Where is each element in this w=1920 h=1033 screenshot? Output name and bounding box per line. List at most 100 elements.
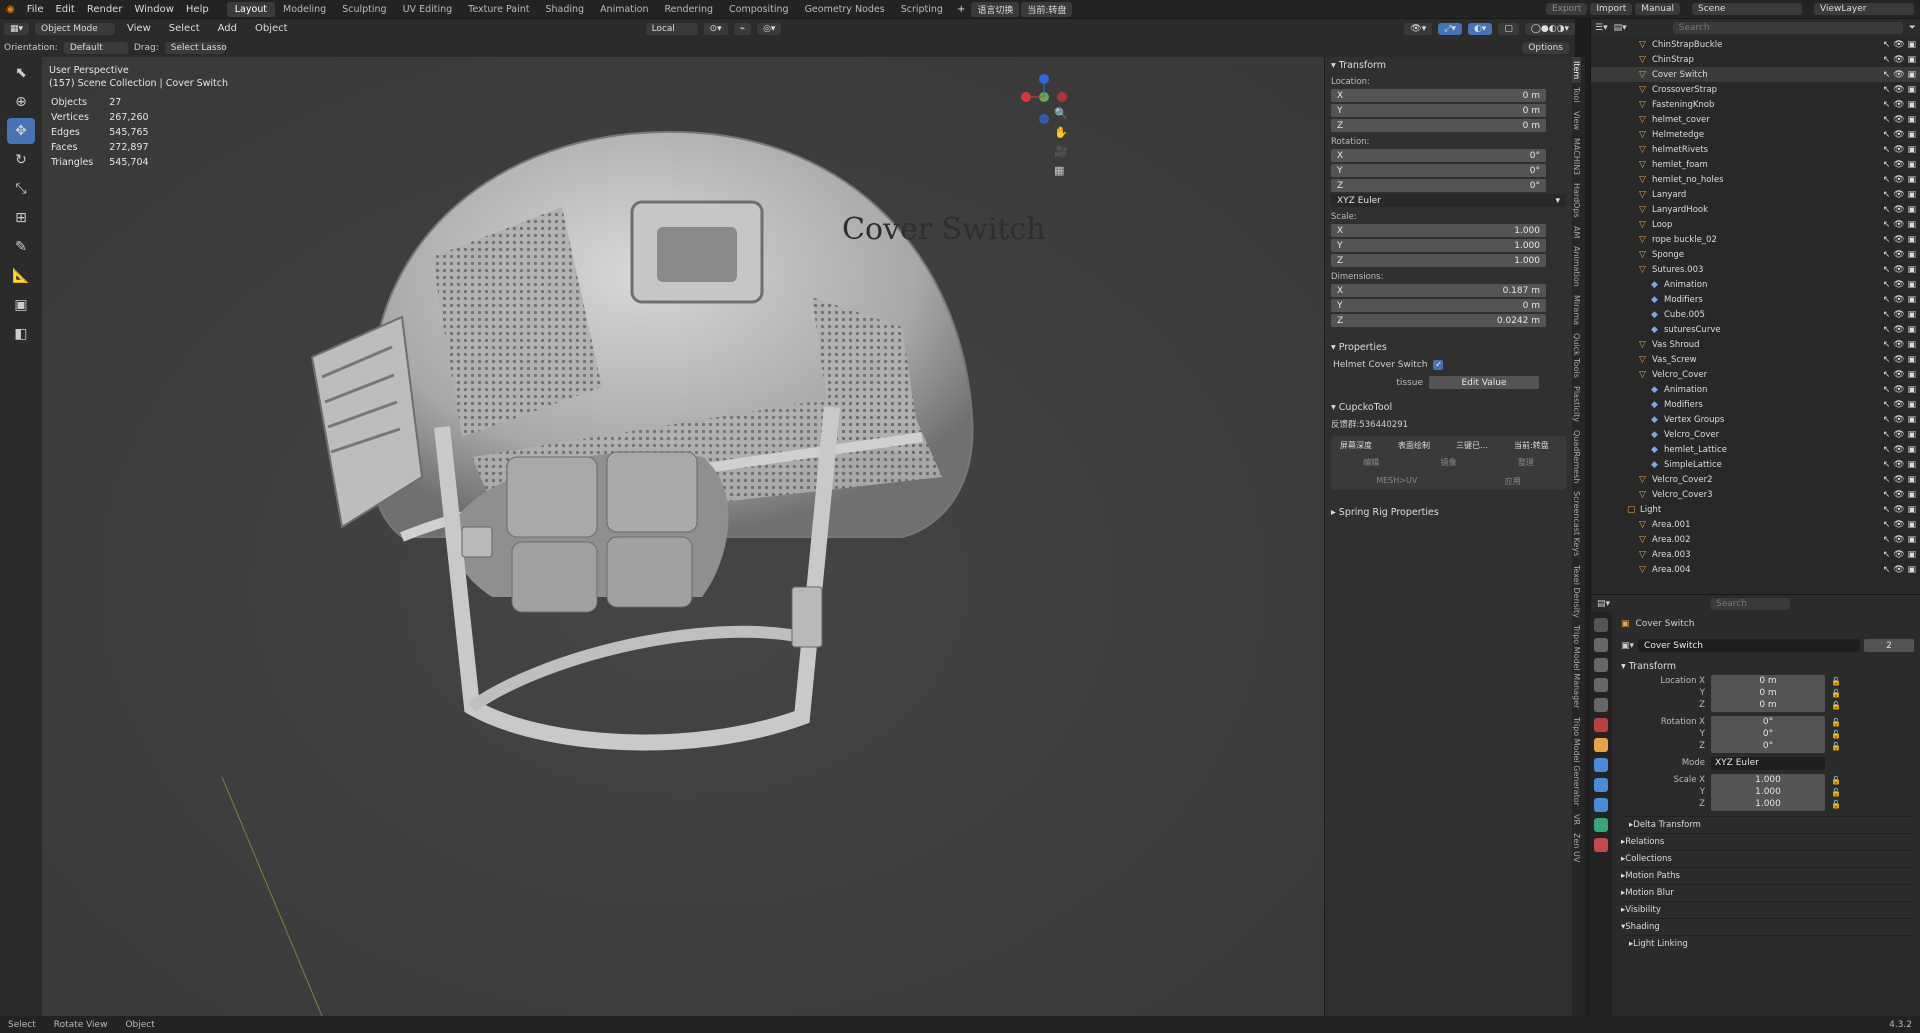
rotation-z-field[interactable]: Z 0° [1331, 179, 1546, 192]
scene-tab-icon[interactable] [1594, 698, 1608, 712]
location-z-field[interactable]: 0 m [1711, 698, 1825, 712]
lock-icon[interactable]: 🔓 [1831, 788, 1841, 797]
outliner-item[interactable]: ▽ Vas Shroud ↖ 👁 ▣ [1591, 337, 1920, 352]
outliner-search-input[interactable]: Search [1672, 22, 1903, 34]
users-count[interactable]: 2 [1864, 639, 1914, 652]
menu-window[interactable]: Window [128, 4, 179, 15]
tool-tab-icon[interactable] [1594, 618, 1608, 632]
language-switch-button[interactable]: 语言切换 [971, 1, 1020, 17]
sidebar-tab[interactable]: QuadRemesh [1572, 426, 1581, 487]
visibility-toggles[interactable]: ↖ 👁 ▣ [1883, 505, 1916, 515]
props-section-header[interactable]: ▸ Visibility [1621, 901, 1914, 918]
xray-icon[interactable]: ▢ [1498, 22, 1519, 35]
tidy-button[interactable]: 整理 [1518, 457, 1534, 468]
drag-dropdown[interactable]: Select Lasso [164, 41, 227, 54]
shading-modes-icon[interactable]: ◯●◐◑▾ [1524, 22, 1575, 35]
particles-tab-icon[interactable] [1594, 778, 1608, 792]
export-button[interactable]: Export [1545, 3, 1588, 15]
cursor-tool-icon[interactable]: ⊕ [7, 89, 35, 115]
tab-compositing[interactable]: Compositing [721, 2, 797, 17]
tab-layout[interactable]: Layout [226, 1, 275, 17]
tab-geometry-nodes[interactable]: Geometry Nodes [797, 2, 893, 17]
import-button[interactable]: Import [1590, 3, 1633, 15]
outliner-item[interactable]: ◆ Modifiers ↖ 👁 ▣ [1591, 292, 1920, 307]
visibility-toggles[interactable]: ↖ 👁 ▣ [1883, 55, 1916, 65]
snap-icon[interactable]: ⌁ [733, 22, 752, 35]
visibility-toggles[interactable]: ↖ 👁 ▣ [1883, 160, 1916, 170]
visibility-toggles[interactable]: ↖ 👁 ▣ [1883, 190, 1916, 200]
visibility-toggles[interactable]: ↖ 👁 ▣ [1883, 295, 1916, 305]
lock-icon[interactable]: 🔓 [1831, 677, 1841, 686]
props-section-header[interactable]: ▸ Relations [1621, 833, 1914, 850]
gizmo-icon[interactable]: ⤢▾ [1438, 22, 1462, 35]
rotation-mode-dropdown[interactable]: XYZ Euler ▾ [1331, 194, 1566, 207]
outliner-item[interactable]: ▽ Loop ↖ 👁 ▣ [1591, 217, 1920, 232]
outliner-item[interactable]: ▢ Light ↖ 👁 ▣ [1591, 502, 1920, 517]
location-z-field[interactable]: Z0 m [1331, 119, 1546, 132]
visibility-toggles[interactable]: ↖ 👁 ▣ [1883, 130, 1916, 140]
outliner-editor-icon[interactable]: ☰▾ [1595, 23, 1608, 33]
visibility-toggles[interactable]: ↖ 👁 ▣ [1883, 280, 1916, 290]
sidebar-tab[interactable]: VR [1572, 810, 1581, 829]
sidebar-tab[interactable]: Plasticity [1572, 382, 1581, 426]
camera-icon[interactable]: 🎥 [1054, 145, 1068, 158]
render-tab-icon[interactable] [1594, 638, 1608, 652]
menu-help[interactable]: Help [180, 4, 215, 15]
annotate-tool-icon[interactable]: ✎ [7, 234, 35, 260]
lock-icon[interactable]: 🔓 [1831, 800, 1841, 809]
proportional-edit-icon[interactable]: ◎▾ [757, 22, 782, 35]
outliner-item[interactable]: ▽ helmet_cover ↖ 👁 ▣ [1591, 112, 1920, 127]
physics-tab-icon[interactable] [1594, 798, 1608, 812]
props-section-header[interactable]: ▸ Light Linking [1621, 935, 1914, 952]
outliner-item[interactable]: ▽ ChinStrap ↖ 👁 ▣ [1591, 52, 1920, 67]
outliner-item[interactable]: ▽ Velcro_Cover3 ↖ 👁 ▣ [1591, 487, 1920, 502]
filter-icon[interactable]: ⏷ [1909, 23, 1916, 33]
outliner-item[interactable]: ▽ CrossoverStrap ↖ 👁 ▣ [1591, 82, 1920, 97]
transform-panel-header[interactable]: ▾ Transform [1325, 57, 1572, 74]
lock-icon[interactable]: 🔓 [1831, 689, 1841, 698]
visibility-toggles[interactable]: ↖ 👁 ▣ [1883, 310, 1916, 320]
visibility-toggles[interactable]: ↖ 👁 ▣ [1883, 430, 1916, 440]
location-y-field[interactable]: 0 m [1711, 686, 1825, 700]
helmet-cover-switch-checkbox[interactable]: ✓ [1433, 360, 1444, 370]
scale-tool-icon[interactable]: ⤡ [7, 176, 35, 202]
add-workspace-icon[interactable]: + [951, 4, 971, 15]
outliner-item[interactable]: ▽ hemlet_foam ↖ 👁 ▣ [1591, 157, 1920, 172]
visibility-toggles[interactable]: ↖ 👁 ▣ [1883, 85, 1916, 95]
edit-button[interactable]: 编辑 [1363, 457, 1379, 468]
outliner-item[interactable]: ▽ LanyardHook ↖ 👁 ▣ [1591, 202, 1920, 217]
outliner-item[interactable]: ▽ Velcro_Cover ↖ 👁 ▣ [1591, 367, 1920, 382]
visibility-toggles[interactable]: ↖ 👁 ▣ [1883, 40, 1916, 50]
outliner-item[interactable]: ◆ Animation ↖ 👁 ▣ [1591, 277, 1920, 292]
sidebar-tab[interactable]: Animation [1572, 242, 1581, 291]
props-section-header[interactable]: ▸ Collections [1621, 850, 1914, 867]
outliner-item[interactable]: ▽ helmetRivets ↖ 👁 ▣ [1591, 142, 1920, 157]
lock-icon[interactable]: 🔓 [1831, 776, 1841, 785]
props-section-header[interactable]: ▾ Shading [1621, 918, 1914, 935]
visibility-toggles[interactable]: ↖ 👁 ▣ [1883, 220, 1916, 230]
visibility-toggles[interactable]: ↖ 👁 ▣ [1883, 400, 1916, 410]
visibility-icon[interactable]: 👁▾ [1404, 22, 1433, 35]
scale-z-field[interactable]: Z 1.000 [1331, 254, 1546, 267]
outliner-item[interactable]: ◆ suturesCurve ↖ 👁 ▣ [1591, 322, 1920, 337]
dimension-z-field[interactable]: Z 0.0242 m [1331, 314, 1546, 327]
location-y-field[interactable]: Y0 m [1331, 104, 1546, 117]
dimension-x-field[interactable]: X 0.187 m [1331, 284, 1546, 297]
sidebar-tab[interactable]: Texel Density [1572, 561, 1581, 622]
pivot-icon[interactable]: ⊙▾ [703, 22, 728, 35]
menu-select[interactable]: Select [163, 23, 206, 34]
constraints-tab-icon[interactable] [1594, 818, 1608, 832]
tab-scripting[interactable]: Scripting [893, 2, 951, 17]
properties-search-input[interactable]: Search [1710, 598, 1791, 610]
outliner-item[interactable]: ▽ FasteningKnob ↖ 👁 ▣ [1591, 97, 1920, 112]
tab-sculpting[interactable]: Sculpting [334, 2, 394, 17]
sidebar-tab[interactable]: MACHIN3 [1572, 134, 1581, 179]
properties-panel-header[interactable]: ▾ Properties [1325, 339, 1572, 356]
location-x-field[interactable]: X0 m [1331, 89, 1546, 102]
menu-file[interactable]: File [21, 4, 50, 15]
outliner-item[interactable]: ▽ Cover Switch ↖ 👁 ▣ [1591, 67, 1920, 82]
outliner-item[interactable]: ▽ Sponge ↖ 👁 ▣ [1591, 247, 1920, 262]
props-section-header[interactable]: ▸ Motion Blur [1621, 884, 1914, 901]
visibility-toggles[interactable]: ↖ 👁 ▣ [1883, 460, 1916, 470]
sidebar-tab[interactable]: Screencast Keys [1572, 487, 1581, 560]
